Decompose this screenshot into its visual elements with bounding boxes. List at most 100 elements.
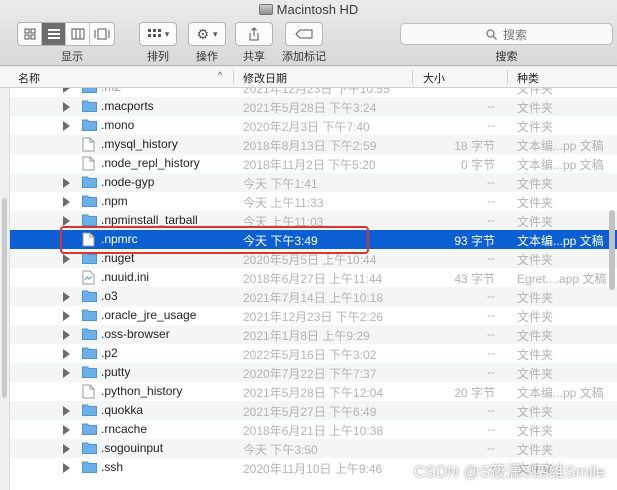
disclosure-triangle-icon[interactable] bbox=[63, 330, 70, 340]
file-kind: Egret....app 文稿 bbox=[517, 272, 607, 286]
file-row[interactable]: .oss-browser 2021年1月8日 上午9:29 -- 文件夹 bbox=[0, 325, 617, 344]
folder-icon bbox=[82, 88, 97, 96]
file-size: -- bbox=[487, 251, 495, 265]
file-row[interactable]: .rncache 2018年6月21日 上午10:38 -- 文件夹 bbox=[0, 420, 617, 439]
action-button[interactable]: ⚙ ▾ bbox=[188, 22, 226, 46]
file-list-scrollbar[interactable] bbox=[609, 210, 615, 290]
file-row[interactable]: .node_repl_history 2018年11月2日 下午5:20 0 字节 文… bbox=[0, 154, 617, 173]
file-row[interactable]: .mysql_history 2018年8月13日 下午2:59 18 字节 文本编.… bbox=[0, 135, 617, 154]
disclosure-triangle-icon[interactable] bbox=[63, 311, 70, 321]
arrange-button[interactable]: ▾ bbox=[139, 22, 177, 46]
file-row[interactable]: .sogouinput 今天 下午3:50 -- 文件夹 bbox=[0, 439, 617, 458]
file-date: 2021年12月23日 下午2:26 bbox=[243, 310, 384, 324]
file-kind: 文本编...pp 文稿 bbox=[517, 234, 604, 248]
file-row[interactable]: .quokka 2021年5月27日 下午6:49 -- 文件夹 bbox=[0, 401, 617, 420]
file-kind: 文本编...pp 文稿 bbox=[517, 386, 604, 400]
file-row[interactable]: .o3 2021年7月14日 上午10:18 -- 文件夹 bbox=[0, 287, 617, 306]
arrange-grid-icon bbox=[147, 29, 161, 37]
disclosure-triangle-icon[interactable] bbox=[63, 368, 70, 378]
file-kind: 文件夹 bbox=[517, 196, 554, 210]
disclosure-triangle-icon[interactable] bbox=[63, 178, 70, 188]
folder-icon bbox=[82, 175, 97, 191]
search-label: 搜索 bbox=[495, 51, 518, 63]
disclosure-triangle-icon[interactable] bbox=[63, 463, 70, 473]
file-kind: 文件夹 bbox=[517, 424, 554, 438]
disclosure-triangle-icon[interactable] bbox=[63, 254, 70, 264]
file-kind: 文件夹 bbox=[517, 88, 554, 96]
file-kind: 文件夹 bbox=[517, 329, 554, 343]
disclosure-triangle-icon[interactable] bbox=[63, 216, 70, 226]
file-row[interactable]: .putty 2020年7月22日 下午7:37 -- 文件夹 bbox=[0, 363, 617, 382]
file-row[interactable]: .oracle_jre_usage 2021年12月23日 下午2:26 -- 文件夹 bbox=[0, 306, 617, 325]
file-date: 今天 下午3:50 bbox=[243, 443, 318, 457]
disclosure-triangle-icon[interactable] bbox=[63, 425, 70, 435]
file-date: 2018年6月21日 上午10:38 bbox=[243, 424, 384, 438]
column-divider[interactable] bbox=[412, 70, 413, 84]
file-icon bbox=[82, 384, 95, 402]
share-button[interactable] bbox=[235, 22, 273, 46]
file-row[interactable]: .p2 2022年5月16日 下午3:02 -- 文件夹 bbox=[0, 344, 617, 363]
file-name: .p2 bbox=[101, 346, 118, 360]
add-tag-button[interactable] bbox=[285, 22, 323, 46]
file-kind: 文件夹 bbox=[517, 253, 554, 267]
grid-icon bbox=[24, 28, 35, 40]
folder-icon bbox=[82, 441, 97, 457]
disclosure-triangle-icon[interactable] bbox=[63, 444, 70, 454]
disclosure-triangle-icon[interactable] bbox=[63, 102, 70, 112]
file-kind: 文件夹 bbox=[517, 348, 554, 362]
column-size-header[interactable]: 大小 bbox=[423, 70, 445, 86]
file-size: -- bbox=[487, 422, 495, 436]
file-name: .putty bbox=[101, 365, 131, 379]
column-view-button[interactable] bbox=[66, 23, 90, 45]
file-row[interactable]: .m2 2021年12月23日 下午10:55 文件夹 bbox=[0, 88, 617, 97]
file-date: 2018年8月13日 下午2:59 bbox=[243, 139, 377, 153]
file-row[interactable]: .npm 今天 上午11:33 -- 文件夹 bbox=[0, 192, 617, 211]
action-label: 操作 bbox=[196, 51, 218, 63]
file-size: -- bbox=[487, 403, 495, 417]
file-row[interactable]: .mono 2020年2月3日 下午7:40 -- 文件夹 bbox=[0, 116, 617, 135]
column-divider[interactable] bbox=[233, 70, 234, 84]
file-size: 20 字节 bbox=[454, 386, 495, 400]
file-size: 93 字节 bbox=[454, 234, 495, 248]
file-size: -- bbox=[487, 99, 495, 113]
file-row[interactable]: .macports 2021年5月28日 下午3:24 -- 文件夹 bbox=[0, 97, 617, 116]
file-date: 今天 上午11:33 bbox=[243, 196, 324, 210]
file-row[interactable]: .nuuid.ini 2018年6月27日 上午11:44 43 字节 Egret..… bbox=[0, 268, 617, 287]
file-name: .quokka bbox=[101, 403, 144, 417]
folder-icon bbox=[82, 327, 97, 343]
file-name: .oracle_jre_usage bbox=[101, 308, 197, 322]
sidebar-scrollbar[interactable] bbox=[2, 198, 7, 398]
file-row[interactable]: .python_history 2021年5月28日 下午12:04 20 字节 文本… bbox=[0, 382, 617, 401]
file-size: -- bbox=[487, 175, 495, 189]
sort-ascending-icon: ^ bbox=[218, 70, 223, 80]
file-name: .ssh bbox=[101, 460, 124, 474]
disclosure-triangle-icon[interactable] bbox=[63, 88, 70, 93]
gear-icon: ⚙ bbox=[196, 25, 210, 42]
document-icon bbox=[82, 270, 95, 288]
gallery-view-button[interactable] bbox=[90, 23, 114, 45]
file-name: .npm bbox=[101, 194, 128, 208]
file-date: 2021年1月8日 上午9:29 bbox=[243, 329, 370, 343]
disclosure-triangle-icon[interactable] bbox=[63, 406, 70, 416]
file-icon bbox=[82, 137, 95, 155]
folder-icon bbox=[82, 365, 97, 381]
column-date-header[interactable]: 修改日期 bbox=[243, 70, 287, 86]
disclosure-triangle-icon[interactable] bbox=[63, 349, 70, 359]
search-input[interactable]: 搜索 bbox=[400, 23, 613, 45]
window-title: Macintosh HD bbox=[0, 2, 617, 17]
file-size: -- bbox=[487, 118, 495, 132]
sidebar-edge bbox=[0, 88, 10, 490]
disclosure-triangle-icon[interactable] bbox=[63, 121, 70, 131]
file-name: .node_repl_history bbox=[101, 156, 200, 170]
disclosure-triangle-icon[interactable] bbox=[63, 292, 70, 302]
file-name: .mono bbox=[101, 118, 135, 132]
column-divider[interactable] bbox=[507, 70, 508, 84]
list-view-button[interactable] bbox=[42, 23, 66, 45]
column-kind-header[interactable]: 种类 bbox=[517, 70, 539, 86]
icon-view-button[interactable] bbox=[18, 23, 42, 45]
file-row[interactable]: .node-gyp 今天 下午1:41 -- 文件夹 bbox=[0, 173, 617, 192]
column-name-header[interactable]: 名称 bbox=[18, 70, 40, 86]
disclosure-triangle-icon[interactable] bbox=[63, 197, 70, 207]
file-date: 2018年11月2日 下午5:20 bbox=[243, 158, 376, 172]
file-date: 2020年7月22日 下午7:37 bbox=[243, 367, 377, 381]
